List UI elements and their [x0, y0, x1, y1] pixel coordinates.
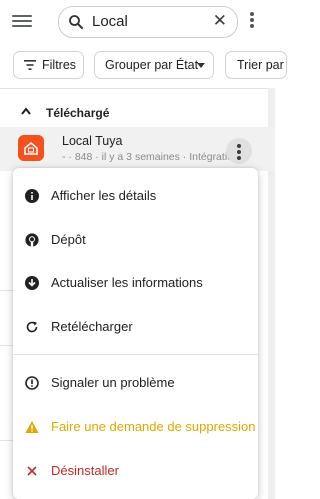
menu-item-request-removal[interactable]: Faire une demande de suppression — [13, 409, 258, 445]
repository-name: Local Tuya — [62, 134, 123, 148]
menu-item-show-details[interactable]: Afficher les détails — [13, 178, 258, 214]
group-by-chip-label: Grouper par État — [105, 58, 199, 72]
menu-item-label: Dépôt — [51, 232, 86, 247]
context-menu: Afficher les détails Dépôt Actualiser le… — [13, 168, 258, 499]
download-circle-icon — [25, 276, 39, 290]
hamburger-menu-icon[interactable] — [12, 12, 32, 32]
sort-chip[interactable]: Trier par — [225, 51, 287, 79]
divider — [0, 345, 14, 346]
menu-item-repository[interactable]: Dépôt — [13, 222, 258, 258]
github-icon — [25, 233, 39, 247]
group-by-chip[interactable]: Grouper par État — [94, 51, 214, 79]
menu-item-label: Désinstaller — [51, 463, 119, 478]
refresh-icon — [26, 321, 38, 333]
repository-meta: - · 848 · il y a 3 semaines · Intégratio… — [62, 151, 239, 163]
search-field[interactable]: Local ✕ — [58, 6, 238, 38]
filter-icon — [24, 60, 36, 70]
sort-chip-label: Trier par — [237, 58, 284, 72]
menu-item-report-issue[interactable]: Signaler un problème — [13, 365, 258, 401]
menu-divider — [13, 354, 258, 355]
filter-chips-row: Filtres Grouper par État Trier par — [0, 51, 287, 79]
menu-item-label: Signaler un problème — [51, 375, 175, 390]
local-tuya-app-icon — [18, 135, 44, 161]
menu-item-update-information[interactable]: Actualiser les informations — [13, 265, 258, 301]
menu-item-label: Retélécharger — [51, 319, 133, 334]
chevron-up-icon — [21, 107, 31, 115]
overflow-menu-icon[interactable] — [246, 10, 258, 32]
filters-chip[interactable]: Filtres — [13, 51, 84, 79]
menu-item-redownload[interactable]: Retélécharger — [13, 309, 258, 345]
menu-item-label: Faire une demande de suppression — [51, 419, 256, 434]
menu-item-uninstall[interactable]: Désinstaller — [13, 453, 258, 489]
info-icon — [25, 189, 39, 203]
divider — [0, 290, 14, 291]
warning-icon — [25, 421, 39, 433]
row-overflow-menu-icon[interactable] — [226, 138, 252, 164]
close-icon — [27, 466, 37, 476]
section-title: Téléchargé — [46, 106, 110, 120]
divider — [0, 88, 275, 89]
search-icon — [69, 15, 83, 29]
menu-item-label: Afficher les détails — [51, 188, 157, 203]
divider — [0, 440, 14, 441]
alert-circle-icon — [25, 376, 39, 390]
section-header[interactable]: Téléchargé — [0, 100, 275, 126]
top-app-bar: Local ✕ — [0, 0, 275, 44]
filters-chip-label: Filtres — [42, 58, 77, 72]
clear-search-icon[interactable]: ✕ — [213, 11, 227, 31]
caret-down-icon — [197, 63, 205, 68]
menu-item-label: Actualiser les informations — [51, 275, 203, 290]
search-input[interactable]: Local — [92, 13, 128, 30]
